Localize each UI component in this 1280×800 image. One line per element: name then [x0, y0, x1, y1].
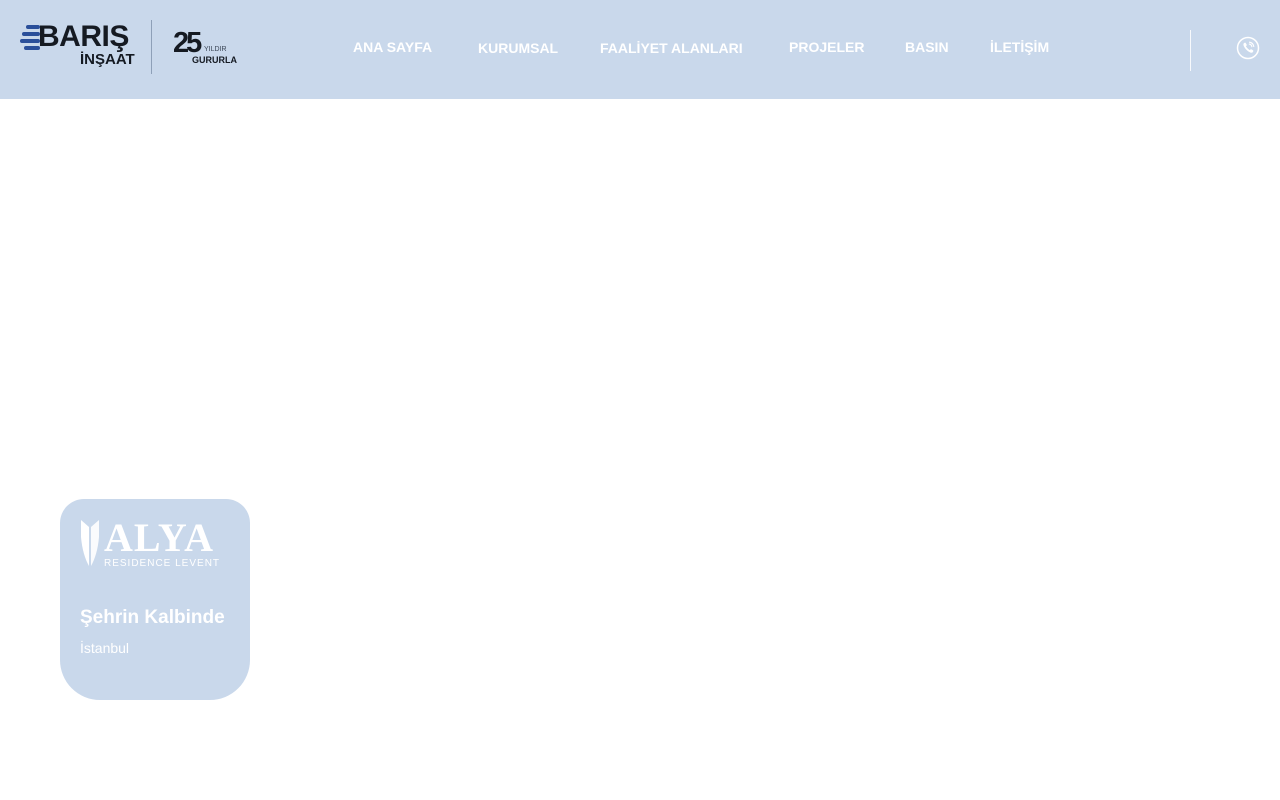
project-card-alya[interactable]: ALYA RESIDENCE LEVENT Şehrin Kalbinde İs… — [60, 499, 250, 700]
phone-button[interactable] — [1236, 36, 1260, 60]
site-logo[interactable]: BARIŞ İNŞAAT 25 YILDIR GURURLA — [20, 20, 240, 76]
nav-item-basin[interactable]: BASIN — [905, 37, 949, 57]
phone-icon — [1236, 36, 1260, 60]
alya-logo-mark-icon — [81, 520, 99, 566]
site-header: BARIŞ İNŞAAT 25 YILDIR GURURLA ANA SAYFA… — [0, 0, 1280, 99]
header-divider — [1190, 30, 1191, 71]
nav-item-faaliyet-alanlari[interactable]: FAALİYET ALANLARI — [600, 38, 743, 58]
logo-divider — [151, 20, 152, 74]
brand-name: BARIŞ — [38, 20, 129, 53]
brand-subtitle: İNŞAAT — [80, 51, 135, 68]
project-card-city: İstanbul — [80, 640, 130, 656]
nav-item-iletisim[interactable]: İLETİŞİM — [990, 37, 1049, 57]
nav-item-ana-sayfa[interactable]: ANA SAYFA — [353, 37, 432, 57]
project-card-title: Şehrin Kalbinde — [80, 607, 225, 628]
anniversary-label-bottom: GURURLA — [192, 55, 237, 65]
nav-item-kurumsal[interactable]: KURUMSAL — [478, 38, 558, 58]
anniversary-label-top: YILDIR — [204, 46, 227, 53]
alya-logo-subtitle: RESIDENCE LEVENT — [104, 558, 221, 569]
alya-logo-name: ALYA — [104, 515, 214, 560]
nav-item-projeler[interactable]: PROJELER — [789, 37, 864, 57]
